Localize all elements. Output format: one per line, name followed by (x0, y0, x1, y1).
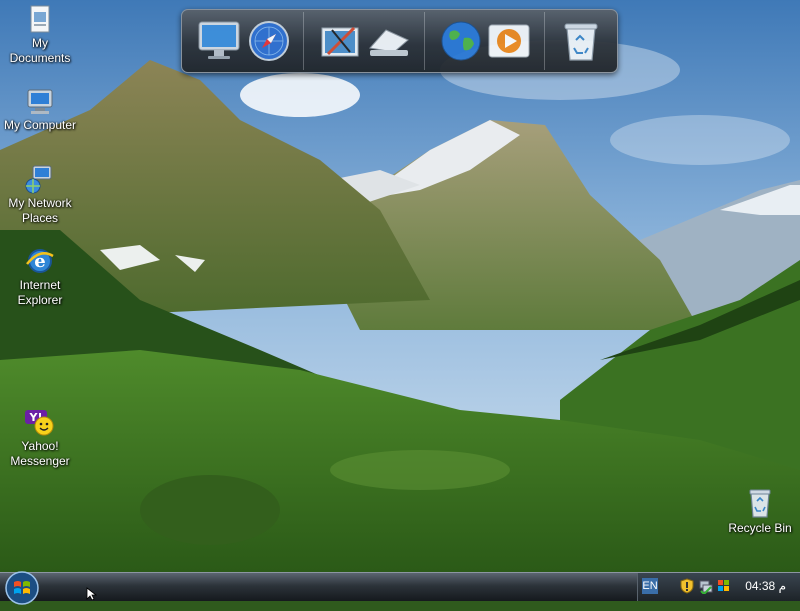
safari-compass-icon (249, 21, 289, 61)
start-button[interactable] (4, 570, 40, 606)
windows-flag-tray-icon[interactable] (716, 578, 732, 594)
mouse-cursor-icon (86, 587, 98, 600)
internet-explorer-icon: e (26, 249, 54, 273)
desktop-icon-yahoo-messenger[interactable]: Y! Yahoo! Messenger (0, 407, 80, 469)
graphics-tools-icon (321, 26, 359, 57)
dock-item-graphics-tools[interactable] (318, 18, 364, 64)
monitor-icon (198, 21, 240, 59)
dock-separator (544, 12, 545, 70)
system-tray: EN 04:38 م (637, 573, 800, 601)
recycle-bin-icon (749, 489, 771, 518)
desktop-icon-label: My Network Places (8, 196, 72, 225)
desktop-icon-internet-explorer[interactable]: e Internet Explorer (0, 246, 80, 308)
trash-icon (564, 23, 598, 61)
dock-item-media-player[interactable] (486, 18, 532, 64)
desktop-icon-label: Yahoo! Messenger (10, 439, 70, 468)
dock-item-trash[interactable] (558, 18, 604, 64)
computer-icon (27, 89, 53, 114)
dock-item-globe[interactable] (438, 18, 484, 64)
dock-separator (303, 12, 304, 70)
desktop-icon-my-documents[interactable]: My Documents (0, 4, 80, 66)
eject-icon (369, 29, 409, 56)
desktop-icon-my-network-places[interactable]: My Network Places (0, 164, 80, 226)
desktop-wallpaper (0, 0, 800, 572)
desktop-icon-label: Recycle Bin (728, 521, 792, 535)
dock-item-monitor[interactable] (196, 18, 242, 64)
language-indicator[interactable]: EN (642, 578, 658, 594)
taskbar: EN 04:38 م (0, 571, 800, 605)
security-shield-icon[interactable] (680, 578, 694, 594)
dock-bar (181, 9, 618, 73)
desktop-icon-my-computer[interactable]: My Computer (0, 88, 80, 133)
yahoo-messenger-icon: Y! (25, 410, 54, 436)
globe-icon (441, 21, 481, 61)
network-tray-icon[interactable] (698, 578, 714, 594)
desktop-icon-label: Internet Explorer (17, 278, 63, 307)
media-player-icon (488, 24, 530, 58)
dock-separator (424, 12, 425, 70)
desktop-icon-recycle-bin[interactable]: Recycle Bin (720, 487, 800, 536)
desktop-icon-label: My Computer (3, 118, 77, 132)
windows-logo-icon (5, 571, 39, 605)
dock-item-eject[interactable] (366, 18, 412, 64)
desktop-icon-label: My Documents (9, 36, 71, 65)
network-places-icon (25, 165, 52, 194)
taskbar-clock[interactable]: 04:38 م (745, 579, 786, 593)
dock-item-safari[interactable] (246, 18, 292, 64)
folder-documents-icon (30, 5, 50, 33)
